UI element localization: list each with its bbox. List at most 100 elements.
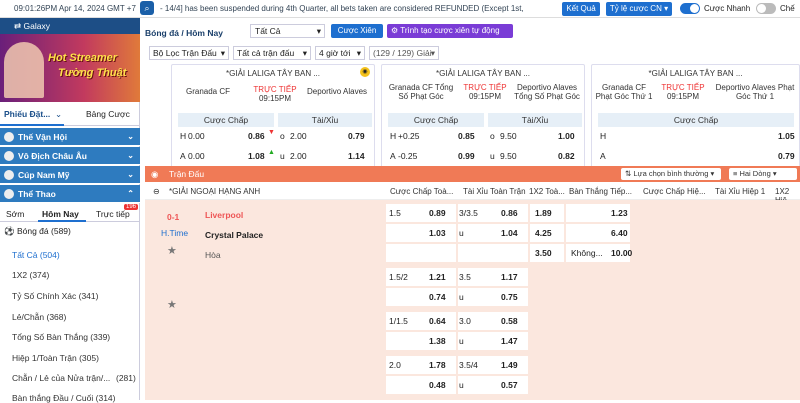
odds-value[interactable]: 0.64 bbox=[429, 316, 446, 326]
odds-value[interactable]: 1.49 bbox=[501, 360, 518, 370]
galaxy-header[interactable]: ⇄ Galaxy bbox=[0, 18, 140, 34]
odds-value[interactable]: 1.03 bbox=[429, 228, 446, 238]
top-bar: 09:01:26PM Apr 14, 2024 GMT +7 ⌕ - 14/4]… bbox=[0, 0, 800, 18]
expand-icon[interactable]: ⊖ bbox=[153, 187, 160, 196]
odds-cell[interactable]: 1.08 bbox=[248, 151, 265, 161]
odds-value[interactable]: 4.25 bbox=[535, 228, 552, 238]
odds-value[interactable]: 0.58 bbox=[501, 316, 518, 326]
odds-cell[interactable]: 0.86 bbox=[248, 131, 265, 141]
collapse-icon[interactable]: ◉ bbox=[151, 166, 158, 182]
odds-value[interactable]: 0.57 bbox=[501, 380, 518, 390]
filter-dropdown[interactable]: Tất Cả ▾ bbox=[250, 24, 325, 38]
menu-item[interactable]: Lẻ/Chẵn (368) bbox=[12, 312, 66, 322]
odds-cell[interactable]: 1.14 bbox=[348, 151, 365, 161]
layout-dropdown[interactable]: ≡ Hai Dòng ▾ bbox=[729, 168, 797, 180]
odds-row: 1.03 u 1.04 4.25 6.40 bbox=[385, 224, 800, 244]
odds-value[interactable]: 1.47 bbox=[501, 336, 518, 346]
col-header: Cược Chấp Hiệ... bbox=[643, 187, 706, 196]
dark-mode-toggle[interactable] bbox=[756, 3, 776, 14]
matches-header: ◉ Trận Đấu ⇅ Lựa chọn bình thường ▾ ≡ Ha… bbox=[145, 166, 800, 182]
odds-value[interactable]: 10.00 bbox=[611, 248, 632, 258]
odds-cell[interactable]: 1.00 bbox=[558, 131, 575, 141]
menu-item[interactable]: Tổng Số Bàn Thắng (339) bbox=[12, 332, 110, 342]
sport-football[interactable]: ⚽ Bóng đá (589) bbox=[4, 226, 71, 237]
line-value: u bbox=[459, 292, 464, 302]
clock: 09:01:26PM Apr 14, 2024 GMT +7 bbox=[14, 4, 136, 13]
line-value: 2.0 bbox=[389, 360, 401, 370]
sidebar-item-olympics[interactable]: Thế Vận Hội ⌄ bbox=[0, 128, 140, 146]
match-info: 0-1 H.Time ★ Liverpool Crystal Palace Hò… bbox=[145, 200, 385, 400]
menu-item[interactable]: Tất Cả (504) bbox=[12, 250, 60, 260]
time-dropdown[interactable]: 4 giờ tới ▾ bbox=[315, 46, 365, 60]
odds-value[interactable]: 0.48 bbox=[429, 380, 446, 390]
featured-match-card[interactable]: *GIẢI LALIGA TÂY BAN ... Granada CF Phạt… bbox=[591, 64, 800, 176]
odds-value[interactable]: 1.78 bbox=[429, 360, 446, 370]
favorite-star-icon[interactable]: ★ bbox=[167, 298, 177, 311]
odds-value[interactable]: 0.75 bbox=[501, 292, 518, 302]
odds-row: 1/1.5 0.64 3.0 0.58 bbox=[385, 312, 800, 332]
featured-match-card[interactable]: *GIẢI LALIGA TÂY BAN ... ◉ Granada CF TR… bbox=[171, 64, 375, 176]
odds-value[interactable]: 0.86 bbox=[501, 208, 518, 218]
stats-icon[interactable]: ◉ bbox=[360, 67, 370, 77]
match-type-dropdown[interactable]: Tất cả trận đấu ▾ bbox=[233, 46, 311, 60]
odds-value[interactable]: 0.89 bbox=[429, 208, 446, 218]
score: 0-1 bbox=[167, 212, 180, 222]
home-team: Granada CF Phạt Góc Thứ 1 bbox=[595, 83, 653, 101]
odds-value[interactable]: 1.17 bbox=[501, 272, 518, 282]
home-team[interactable]: Liverpool bbox=[205, 210, 243, 220]
odds-value[interactable]: 1.23 bbox=[611, 208, 628, 218]
menu-item[interactable]: 1X2 (374) bbox=[12, 270, 49, 280]
tab-live[interactable]: Trực tiếp bbox=[96, 209, 130, 219]
sidebar: ⇄ Galaxy Hot Streamer Tường Thuật Phiếu … bbox=[0, 18, 140, 403]
favorite-star-icon[interactable]: ★ bbox=[167, 244, 177, 257]
results-button[interactable]: Kết Quả bbox=[562, 2, 600, 16]
odds-value[interactable]: 1.89 bbox=[535, 208, 552, 218]
odds-value[interactable]: 6.40 bbox=[611, 228, 628, 238]
odds-value[interactable]: 0.74 bbox=[429, 292, 446, 302]
tab-bet-list[interactable]: Bảng Cược bbox=[86, 109, 130, 119]
league-name[interactable]: *GIẢI NGOẠI HẠNG ANH bbox=[169, 187, 260, 196]
match-time: 09:15PM bbox=[666, 92, 700, 101]
odds-row: 3.50 Không... 10.00 bbox=[385, 244, 800, 264]
odds-value[interactable]: 1.21 bbox=[429, 272, 446, 282]
menu-item[interactable]: Tỷ Số Chính Xác (341) bbox=[12, 291, 98, 301]
quick-bet-toggle[interactable] bbox=[680, 3, 700, 14]
col-header: Bàn Thắng Tiếp... bbox=[569, 187, 633, 196]
odds-type-dropdown[interactable]: Tỷ lệ cược CN ▾ bbox=[606, 2, 672, 16]
menu-item[interactable]: Hiệp 1/Toàn Trận (305) bbox=[12, 353, 99, 363]
line-value: 3.0 bbox=[459, 316, 471, 326]
tab-early[interactable]: Sớm bbox=[6, 209, 24, 219]
league-count-dropdown[interactable]: (129 / 129) Giải ▾ bbox=[369, 46, 439, 60]
odds-value[interactable]: 1.38 bbox=[429, 336, 446, 346]
tab-bet-slip[interactable]: Phiếu Đặt... bbox=[4, 109, 50, 119]
away-team: Deportivo Alaves Tổng Số Phạt Góc bbox=[514, 83, 580, 101]
menu-item[interactable]: Chẵn / Lẻ của Nửa trận/... (281) bbox=[12, 373, 136, 383]
menu-item[interactable]: Bàn thắng Đầu / Cuối (314) bbox=[12, 393, 115, 403]
sidebar-item-sports[interactable]: Thể Thao ⌃ bbox=[0, 185, 140, 203]
match-filter-dropdown[interactable]: Bộ Lọc Trận Đấu ▾ bbox=[149, 46, 229, 60]
col-header: 1X2 Toà... bbox=[529, 187, 565, 196]
odds-cell[interactable]: 0.85 bbox=[458, 131, 475, 141]
search-icon[interactable]: ⌕ bbox=[140, 1, 154, 15]
odds-cell[interactable]: 0.79 bbox=[778, 151, 795, 161]
sidebar-item-euro[interactable]: Vô Địch Châu Âu ⌄ bbox=[0, 147, 140, 165]
odds-value[interactable]: 3.50 bbox=[535, 248, 552, 258]
odds-value[interactable]: 1.04 bbox=[501, 228, 518, 238]
chevron-down-icon[interactable]: ⌄ bbox=[55, 109, 62, 120]
featured-match-card[interactable]: *GIẢI LALIGA TÂY BAN ... Granada CF Tổng… bbox=[381, 64, 585, 176]
odds-column-headers: ⊖ *GIẢI NGOẠI HẠNG ANH Cược Chấp Toà... … bbox=[145, 184, 800, 205]
odds-cell[interactable]: 0.99 bbox=[458, 151, 475, 161]
sidebar-item-copa[interactable]: Cúp Nam Mỹ ⌄ bbox=[0, 166, 140, 184]
odds-cell[interactable]: 0.82 bbox=[558, 151, 575, 161]
odds-cell[interactable]: 0.79 bbox=[348, 131, 365, 141]
parlay-builder-button[interactable]: ⚙ Trình tạo cược xiên tự động bbox=[387, 24, 513, 38]
card-league: *GIẢI LALIGA TÂY BAN ... bbox=[648, 69, 743, 78]
odds-cell[interactable]: 1.05 bbox=[778, 131, 795, 141]
sort-dropdown[interactable]: ⇅ Lựa chọn bình thường ▾ bbox=[621, 168, 721, 180]
parlay-button[interactable]: Cược Xiên bbox=[331, 24, 383, 38]
tab-today[interactable]: Hôm Nay bbox=[42, 209, 79, 219]
olympics-icon bbox=[4, 132, 14, 142]
promo-banner[interactable]: Hot Streamer Tường Thuật bbox=[0, 34, 140, 102]
away-team[interactable]: Crystal Palace bbox=[205, 230, 263, 240]
col-over-under: Tài/Xỉu bbox=[278, 113, 372, 127]
